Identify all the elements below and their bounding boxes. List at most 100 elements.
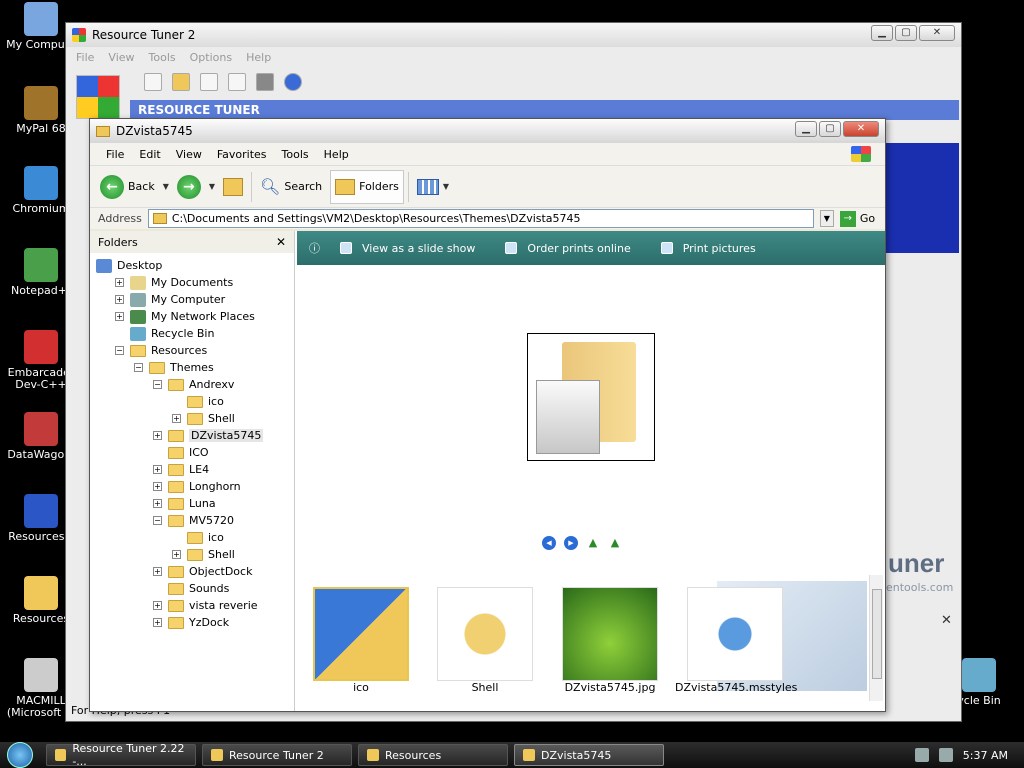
go-button[interactable]: → Go [839,210,875,227]
tree-item[interactable]: + vista reverie [153,597,258,614]
forward-button[interactable]: → [173,170,205,204]
maximize-button[interactable]: ▢ [895,25,917,41]
menu-item-file[interactable]: File [76,51,94,64]
tree-item[interactable]: + DZvista5745 [153,427,264,444]
tree-item[interactable]: + Longhorn [153,478,241,495]
thumbnail[interactable] [687,587,783,681]
tree-item[interactable]: + My Network Places [115,308,255,325]
tree-item[interactable]: Recycle Bin [115,325,214,342]
tree-expander-icon[interactable]: + [153,482,162,491]
folders-pane-close-icon[interactable]: ✕ [276,235,286,249]
back-button[interactable]: ← Back [96,170,159,204]
tree-expander-icon[interactable]: − [134,363,143,372]
thumbnail[interactable] [313,587,409,681]
tree-expander-icon[interactable]: + [153,499,162,508]
tree-expander-icon[interactable]: + [172,550,181,559]
menu-item-view[interactable]: View [108,51,134,64]
tree-item[interactable]: + My Computer [115,291,225,308]
menu-item-help[interactable]: Help [246,51,271,64]
tree-item[interactable]: ico [172,393,224,410]
taskbar-button[interactable]: Resource Tuner 2.22 -... [46,742,196,768]
search-button[interactable]: 🔍︎ Search [256,170,326,204]
tools-icon[interactable] [228,73,246,91]
address-input[interactable]: C:\Documents and Settings\VM2\Desktop\Re… [147,209,814,228]
scrollbar-thumb[interactable] [872,589,882,679]
menu-item-file[interactable]: File [106,148,124,161]
tree-item[interactable]: + Shell [172,546,235,563]
tree-item[interactable]: − MV5720 [153,512,234,529]
info-icon[interactable]: ⓘ [309,240,320,256]
tree-item[interactable]: − Themes [134,359,214,376]
tree-item[interactable]: ico [172,529,224,546]
tree-expander-icon[interactable]: + [153,618,162,627]
start-button[interactable] [0,742,40,768]
rotate-counterclockwise-icon[interactable]: ▲ [608,536,622,550]
taskbar-button[interactable]: Resource Tuner 2 [202,744,352,766]
explorer-minimize-button[interactable]: ▁ [795,121,817,137]
views-button[interactable]: ▼ [413,170,453,204]
tree-expander-icon[interactable]: + [115,278,124,287]
menu-item-options[interactable]: Options [190,51,232,64]
tree-item[interactable]: ICO [153,444,209,461]
rotate-clockwise-icon[interactable]: ▲ [586,536,600,550]
menu-item-view[interactable]: View [176,148,202,161]
tree-expander-icon[interactable]: + [115,312,124,321]
clock[interactable]: 5:37 AM [963,749,1008,762]
tree-item[interactable]: − Andrexv [153,376,234,393]
save-icon[interactable] [256,73,274,91]
filmstrip-scrollbar[interactable] [869,575,883,701]
up-button[interactable] [219,170,247,204]
thumbnail[interactable] [562,587,658,681]
menu-item-favorites[interactable]: Favorites [217,148,267,161]
explorer-window: DZvista5745 ▁ ▢ ✕ File Edit View Favorites T… [89,118,886,712]
tree-item[interactable]: + My Documents [115,274,233,291]
task-order-prints-online[interactable]: Order prints online [505,242,631,255]
explorer-maximize-button[interactable]: ▢ [819,121,841,137]
tree-item[interactable]: + YzDock [153,614,229,631]
menu-item-tools[interactable]: Tools [282,148,309,161]
thumbnail[interactable] [437,587,533,681]
tree-item[interactable]: + Shell [172,410,235,427]
close-button[interactable]: ✕ [919,25,955,41]
address-dropdown-icon[interactable]: ▼ [819,210,834,227]
panel-close-icon[interactable]: ✕ [941,613,952,628]
forward-dropdown-icon[interactable]: ▼ [209,182,215,191]
help-icon[interactable] [284,73,302,91]
tree-item[interactable]: + ObjectDock [153,563,252,580]
previous-image-icon[interactable]: ◀ [542,536,556,550]
taskbar-button[interactable]: Resources [358,744,508,766]
volume-icon[interactable] [938,748,953,762]
explorer-title: DZvista5745 [116,124,193,138]
open-icon[interactable] [172,73,190,91]
tree-expander-icon[interactable]: − [153,380,162,389]
properties-icon[interactable] [200,73,218,91]
task-print-pictures[interactable]: Print pictures [660,242,756,255]
taskbar-button[interactable]: DZvista5745 [514,744,664,766]
tree-expander-icon[interactable]: + [115,295,124,304]
network-icon[interactable] [914,748,929,762]
tree-expander-icon[interactable]: + [153,601,162,610]
tree-expander-icon[interactable]: − [153,516,162,525]
back-dropdown-icon[interactable]: ▼ [163,182,169,191]
minimize-button[interactable]: ▁ [871,25,893,41]
tree-item[interactable]: − Resources [115,342,207,359]
explorer-title-bar[interactable]: DZvista5745 [90,119,885,143]
tree-expander-icon[interactable]: + [153,567,162,576]
tree-expander-icon[interactable]: − [115,346,124,355]
new-icon[interactable] [144,73,162,91]
folders-button[interactable]: Folders [330,169,404,204]
tree-expander-icon[interactable]: + [153,465,162,474]
menu-item-edit[interactable]: Edit [139,148,160,161]
tree-item[interactable]: Sounds [153,580,229,597]
next-image-icon[interactable]: ▶ [564,536,578,550]
tree-expander-icon[interactable]: + [172,414,181,423]
tree-expander-icon[interactable]: + [153,431,162,440]
tree-item[interactable]: + LE4 [153,461,209,478]
menu-item-help[interactable]: Help [324,148,349,161]
menu-item-tools[interactable]: Tools [149,51,176,64]
tree-item[interactable]: Desktop [96,257,162,274]
resource-tuner-title-bar[interactable]: Resource Tuner 2 [66,23,961,47]
explorer-close-button[interactable]: ✕ [843,121,879,137]
tree-item[interactable]: + Luna [153,495,216,512]
task-view-as-a-slide-show[interactable]: View as a slide show [340,242,475,255]
